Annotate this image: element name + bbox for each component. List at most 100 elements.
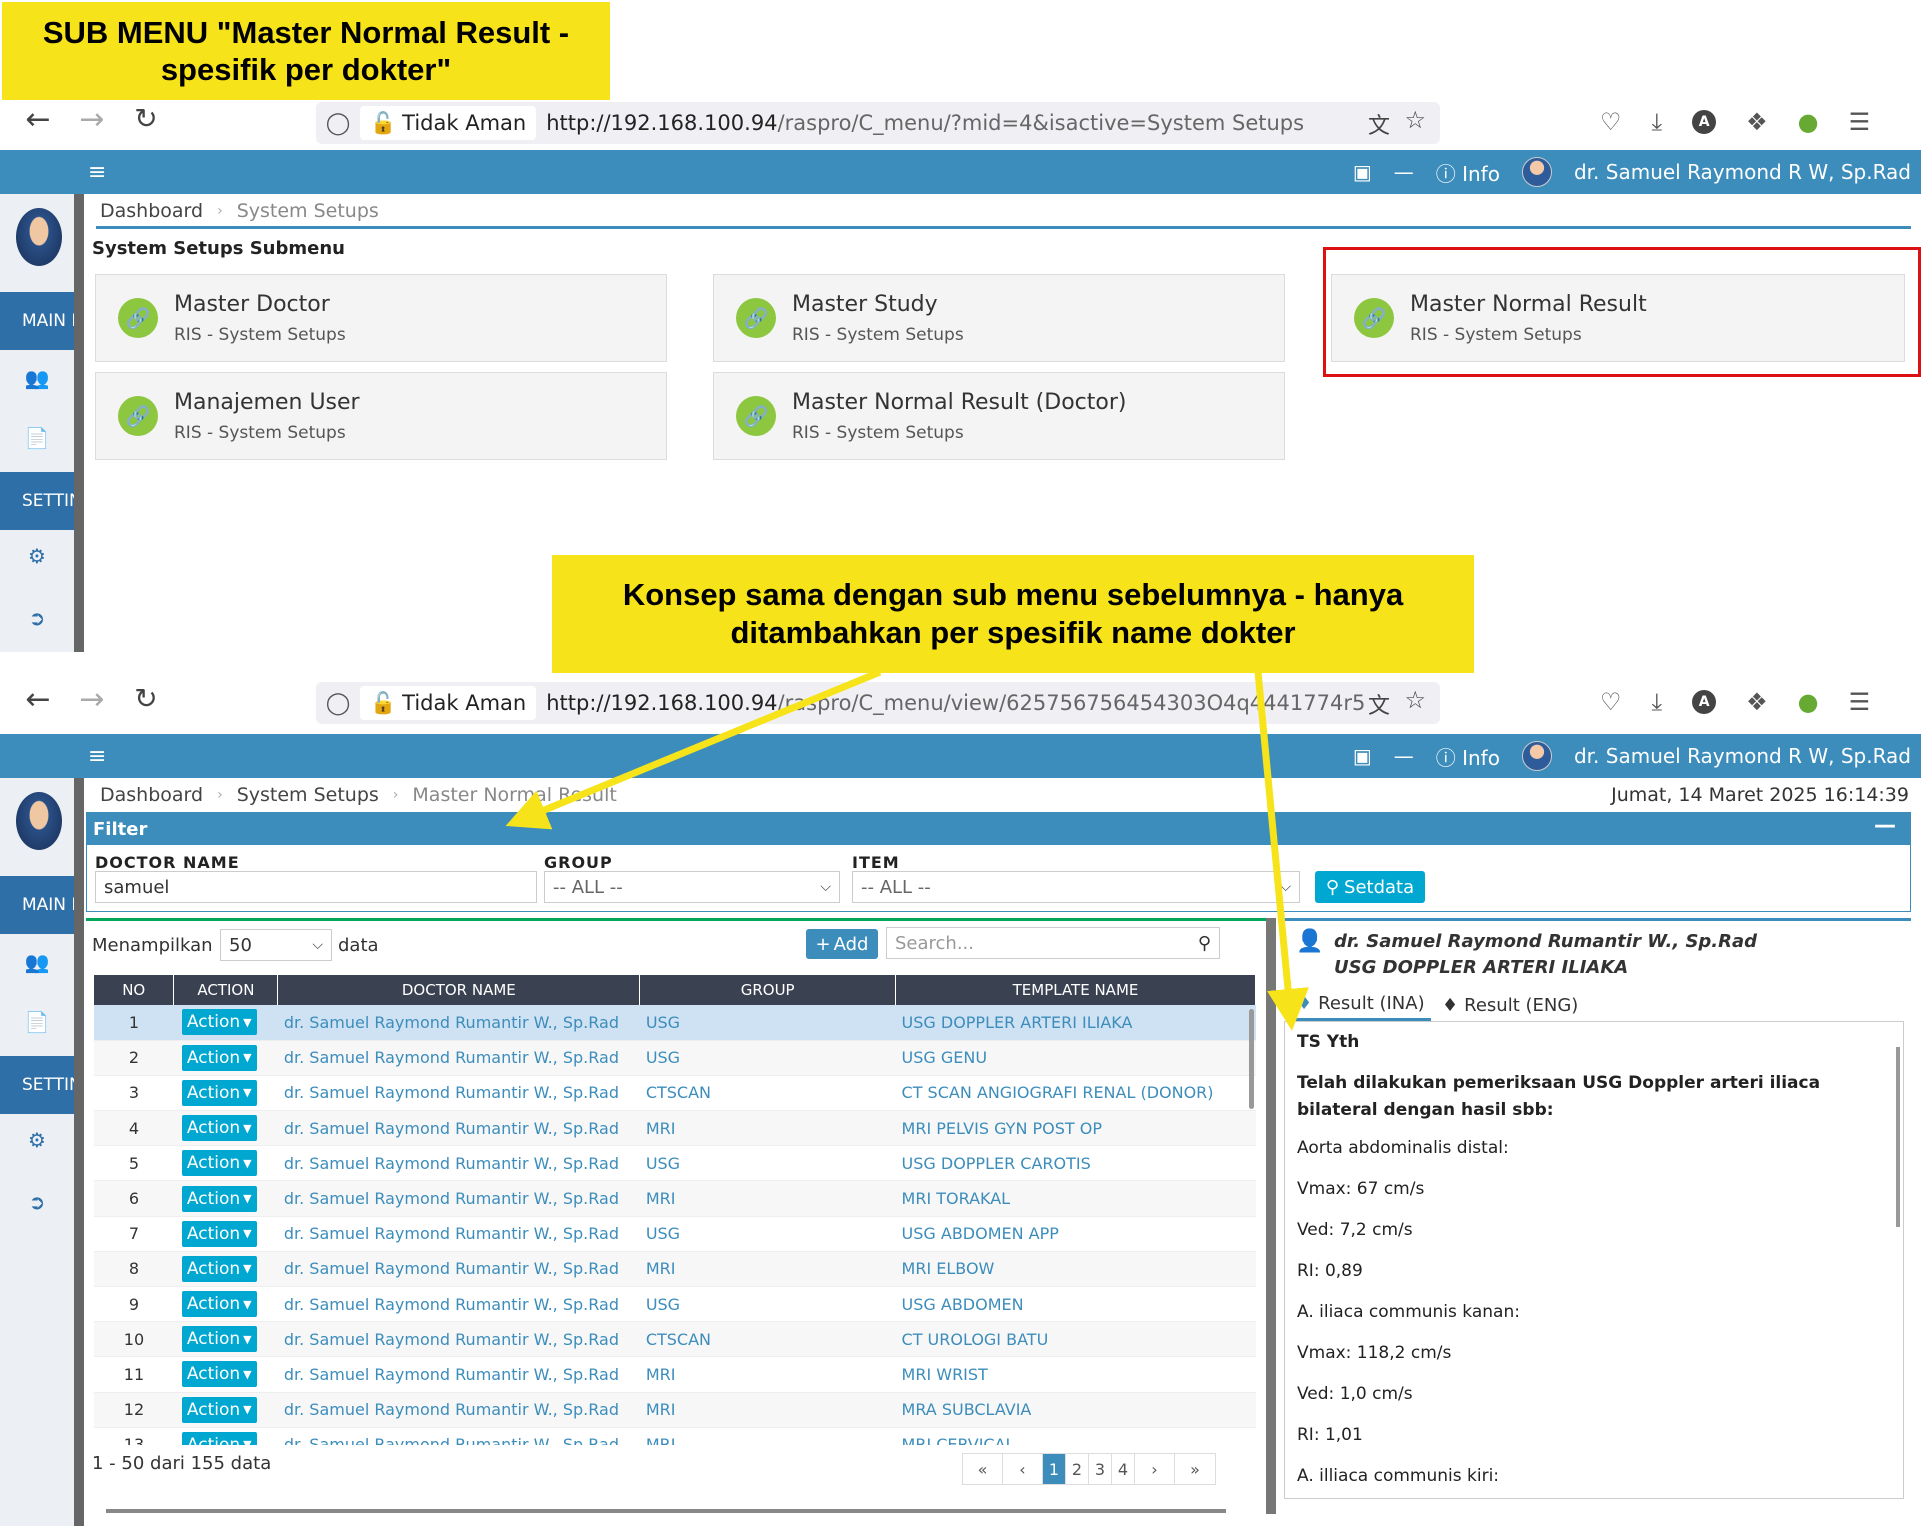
page-size-select[interactable]: 50 ⌵ bbox=[220, 929, 332, 961]
collapse-icon[interactable]: — bbox=[1874, 813, 1896, 838]
user-name[interactable]: dr. Samuel Raymond R W, Sp.Rad bbox=[1574, 744, 1911, 768]
page-2[interactable]: 2 bbox=[1066, 1454, 1089, 1484]
users-icon[interactable]: 👥 bbox=[0, 950, 74, 974]
action-button[interactable]: Action ▼ bbox=[181, 1255, 257, 1282]
vpn-icon[interactable]: ● bbox=[1798, 108, 1819, 136]
tab-result-ina[interactable]: ♦ Result (INA) bbox=[1290, 989, 1431, 1021]
action-button[interactable]: Action ▼ bbox=[181, 1079, 257, 1106]
account-icon[interactable]: A bbox=[1692, 110, 1717, 134]
account-icon[interactable]: A bbox=[1692, 690, 1717, 714]
insecure-badge[interactable]: 🔓 Tidak Aman bbox=[360, 686, 537, 720]
card-master-normal-result-doctor[interactable]: 🔗 Master Normal Result (Doctor) RIS - Sys… bbox=[713, 372, 1285, 460]
download-icon[interactable]: ⤓ bbox=[1652, 688, 1663, 716]
insecure-badge[interactable]: 🔓 Tidak Aman bbox=[360, 106, 537, 140]
col-doctor-name[interactable]: DOCTOR NAME bbox=[277, 975, 641, 1005]
table-row[interactable]: 8 Action ▼ dr. Samuel Raymond Rumantir W., … bbox=[94, 1251, 1256, 1288]
action-button[interactable]: Action ▼ bbox=[181, 1115, 257, 1142]
action-button[interactable]: Action ▼ bbox=[181, 1185, 257, 1212]
user-avatar[interactable] bbox=[1521, 741, 1552, 771]
extensions-icon[interactable]: ❖ bbox=[1746, 688, 1768, 716]
menu-icon[interactable]: ☰ bbox=[1849, 108, 1871, 136]
user-name[interactable]: dr. Samuel Raymond R W, Sp.Rad bbox=[1574, 160, 1911, 184]
page-1[interactable]: 1 bbox=[1043, 1454, 1066, 1484]
table-row[interactable]: 5 Action ▼ dr. Samuel Raymond Rumantir W., … bbox=[94, 1145, 1256, 1182]
next-page-icon[interactable]: › bbox=[1135, 1454, 1175, 1484]
col-group[interactable]: GROUP bbox=[639, 975, 897, 1005]
action-button[interactable]: Action ▼ bbox=[181, 1009, 257, 1036]
minimize-icon[interactable]: — bbox=[1394, 744, 1414, 768]
result-editor[interactable]: TS Yth Telah dilakukan pemeriksaan USG D… bbox=[1284, 1021, 1904, 1499]
bottom-address-bar[interactable]: ◯ 🔓 Tidak Aman http://192.168.100.94/rasp… bbox=[316, 682, 1440, 724]
vpn-icon[interactable]: ● bbox=[1798, 688, 1819, 716]
users-icon[interactable]: 👥 bbox=[0, 366, 74, 390]
table-row[interactable]: 6 Action ▼ dr. Samuel Raymond Rumantir W., … bbox=[94, 1180, 1256, 1217]
gear-icon[interactable]: ⚙ bbox=[0, 544, 74, 568]
logout-icon[interactable]: ➲ bbox=[0, 1190, 74, 1214]
search-input[interactable]: Search... ⚲ bbox=[886, 927, 1220, 959]
back-icon[interactable]: ← bbox=[18, 102, 58, 137]
table-row[interactable]: 13 Action ▼ dr. Samuel Raymond Rumantir W.,… bbox=[94, 1427, 1256, 1445]
setdata-button[interactable]: ⚲ Setdata bbox=[1315, 871, 1425, 903]
page-4[interactable]: 4 bbox=[1112, 1454, 1135, 1484]
first-page-icon[interactable]: « bbox=[963, 1454, 1003, 1484]
table-row[interactable]: 1 Action ▼ dr. Samuel Raymond Rumantir W., … bbox=[94, 1005, 1256, 1041]
table-scrollbar[interactable] bbox=[1249, 1009, 1254, 1109]
action-button[interactable]: Action ▼ bbox=[181, 1431, 257, 1445]
search-icon[interactable]: ⚲ bbox=[1198, 933, 1211, 954]
table-row[interactable]: 10 Action ▼ dr. Samuel Raymond Rumantir W.,… bbox=[94, 1321, 1256, 1358]
info-link[interactable]: ⓘ Info bbox=[1436, 742, 1500, 771]
action-button[interactable]: Action ▼ bbox=[181, 1044, 257, 1071]
sidebar-toggle-icon[interactable]: ≡ bbox=[88, 160, 106, 185]
last-page-icon[interactable]: » bbox=[1175, 1454, 1215, 1484]
breadcrumb-dashboard[interactable]: Dashboard bbox=[100, 784, 203, 806]
action-button[interactable]: Action ▼ bbox=[181, 1326, 257, 1353]
download-icon[interactable]: ⤓ bbox=[1652, 108, 1663, 136]
tab-result-eng[interactable]: ♦ Result (ENG) bbox=[1436, 989, 1584, 1021]
action-button[interactable]: Action ▼ bbox=[181, 1396, 257, 1423]
table-row[interactable]: 12 Action ▼ dr. Samuel Raymond Rumantir W.,… bbox=[94, 1392, 1256, 1428]
item-select[interactable]: -- ALL -- ⌵ bbox=[852, 871, 1300, 903]
table-row[interactable]: 9 Action ▼ dr. Samuel Raymond Rumantir W., … bbox=[94, 1286, 1256, 1323]
top-address-bar[interactable]: ◯ 🔓 Tidak Aman http://192.168.100.94/rasp… bbox=[316, 102, 1440, 144]
table-row[interactable]: 11 Action ▼ dr. Samuel Raymond Rumantir W.,… bbox=[94, 1356, 1256, 1393]
translate-icon[interactable]: 文 bbox=[1368, 688, 1390, 720]
info-link[interactable]: ⓘ Info bbox=[1436, 158, 1500, 187]
action-button[interactable]: Action ▼ bbox=[181, 1291, 257, 1318]
menu-icon[interactable]: ☰ bbox=[1849, 688, 1871, 716]
back-icon[interactable]: ← bbox=[18, 682, 58, 717]
horizontal-scrollbar[interactable] bbox=[106, 1509, 1226, 1513]
table-row[interactable]: 2 Action ▼ dr. Samuel Raymond Rumantir W., … bbox=[94, 1040, 1256, 1076]
prev-page-icon[interactable]: ‹ bbox=[1003, 1454, 1043, 1484]
table-row[interactable]: 4 Action ▼ dr. Samuel Raymond Rumantir W., … bbox=[94, 1110, 1256, 1147]
editor-scrollbar[interactable] bbox=[1896, 1047, 1900, 1227]
forward-icon[interactable]: → bbox=[72, 682, 112, 717]
minimize-icon[interactable]: — bbox=[1394, 160, 1414, 184]
action-button[interactable]: Action ▼ bbox=[181, 1150, 257, 1177]
card-master-study[interactable]: 🔗 Master Study RIS - System Setups bbox=[713, 274, 1285, 362]
document-icon[interactable]: 📄 bbox=[0, 1010, 74, 1034]
forward-icon[interactable]: → bbox=[72, 102, 112, 137]
gear-icon[interactable]: ⚙ bbox=[0, 1128, 74, 1152]
sidebar-toggle-icon[interactable]: ≡ bbox=[88, 744, 106, 769]
group-select[interactable]: -- ALL -- ⌵ bbox=[544, 871, 840, 903]
page-3[interactable]: 3 bbox=[1089, 1454, 1112, 1484]
col-no[interactable]: NO bbox=[94, 975, 175, 1005]
document-icon[interactable]: 📄 bbox=[0, 426, 74, 450]
add-button[interactable]: + Add bbox=[806, 929, 878, 959]
panel-splitter[interactable] bbox=[1266, 918, 1276, 1514]
table-row[interactable]: 3 Action ▼ dr. Samuel Raymond Rumantir W., … bbox=[94, 1075, 1256, 1112]
window-icon[interactable]: ▣ bbox=[1353, 160, 1372, 184]
table-row[interactable]: 7 Action ▼ dr. Samuel Raymond Rumantir W., … bbox=[94, 1216, 1256, 1252]
logout-icon[interactable]: ➲ bbox=[0, 606, 74, 630]
bookmark-star-icon[interactable]: ☆ bbox=[1404, 106, 1426, 134]
action-button[interactable]: Action ▼ bbox=[181, 1220, 257, 1247]
bookmark-star-icon[interactable]: ☆ bbox=[1404, 686, 1426, 714]
reload-icon[interactable]: ↻ bbox=[126, 682, 166, 715]
col-template-name[interactable]: TEMPLATE NAME bbox=[895, 975, 1256, 1005]
extensions-icon[interactable]: ❖ bbox=[1746, 108, 1768, 136]
doctor-name-input[interactable]: samuel bbox=[95, 871, 537, 903]
pocket-icon[interactable]: ♡ bbox=[1600, 688, 1622, 716]
translate-icon[interactable]: 文 bbox=[1368, 108, 1390, 140]
breadcrumb-system-setups[interactable]: System Setups bbox=[237, 784, 379, 806]
action-button[interactable]: Action ▼ bbox=[181, 1361, 257, 1388]
